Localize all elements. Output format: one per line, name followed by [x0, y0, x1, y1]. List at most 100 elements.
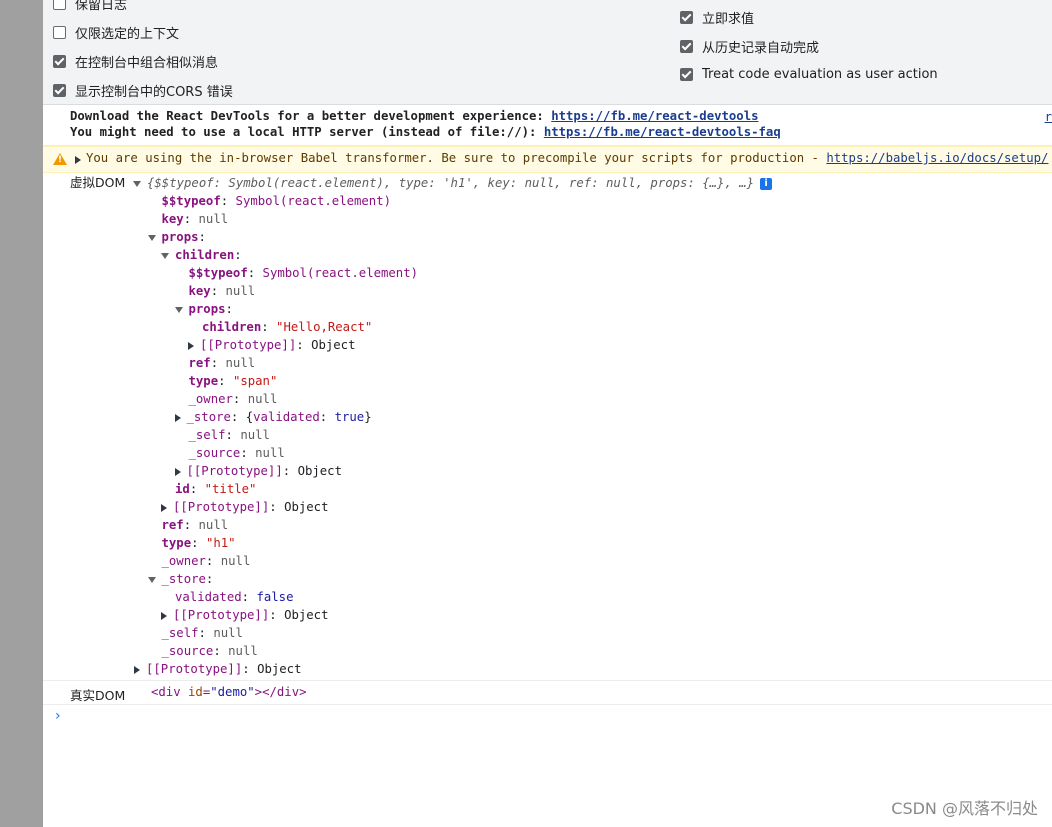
- source-link[interactable]: r: [1045, 110, 1052, 124]
- property-separator: :: [191, 536, 206, 550]
- tree-row[interactable]: [[Prototype]]: Object: [134, 660, 301, 678]
- property-separator: :: [183, 212, 199, 226]
- tag-open: <div: [151, 685, 181, 699]
- property-separator: :: [220, 194, 236, 208]
- setting-label: 仅限选定的上下文: [75, 27, 180, 42]
- property-value: null: [225, 356, 256, 370]
- collapse-triangle-icon[interactable]: [147, 234, 156, 241]
- property-value: null: [228, 644, 258, 658]
- expand-triangle-icon[interactable]: [174, 467, 181, 476]
- property-value: "span": [232, 374, 278, 388]
- tree-row[interactable]: props:: [174, 300, 233, 318]
- property-key: _store: [186, 410, 231, 424]
- tag-close: ></div>: [254, 685, 307, 699]
- expand-triangle-icon[interactable]: [188, 341, 194, 350]
- tree-row: _owner: null: [162, 552, 251, 570]
- property-separator: :: [247, 266, 263, 280]
- property-value: null: [247, 392, 278, 406]
- setting-label: Treat code evaluation as user action: [702, 67, 938, 82]
- property-key: $$typeof: [188, 266, 248, 280]
- property-key: _source: [161, 644, 214, 658]
- setting-label: 从历史记录自动完成: [702, 41, 820, 56]
- property-value: Object: [284, 608, 329, 622]
- checkbox[interactable]: [680, 40, 693, 53]
- tree-row[interactable]: [[Prototype]]: Object: [161, 498, 328, 516]
- property-value: Object: [284, 500, 329, 514]
- tree-row[interactable]: _store: {validated: true}: [174, 408, 372, 426]
- react-devtools-faq-link[interactable]: https://fb.me/react-devtools-faq: [544, 125, 781, 139]
- property-separator: :: [269, 608, 285, 622]
- expand-triangle-icon[interactable]: [161, 503, 167, 512]
- property-separator: :: [205, 572, 214, 586]
- collapse-triangle-icon[interactable]: [147, 576, 156, 583]
- tree-row[interactable]: _store:: [147, 570, 214, 588]
- property-key: type: [161, 536, 192, 550]
- tree-row[interactable]: [[Prototype]]: Object: [161, 606, 328, 624]
- collapse-triangle-icon[interactable]: [133, 180, 141, 187]
- checkbox[interactable]: [53, 84, 66, 97]
- property-value: Object: [257, 662, 302, 676]
- setting-selected-context-only[interactable]: 仅限选定的上下文: [53, 23, 179, 42]
- property-separator: :: [210, 356, 226, 370]
- property-separator: :: [225, 428, 241, 442]
- info-line-1: Download the React DevTools for a better…: [70, 109, 759, 123]
- virtual-dom-summary[interactable]: {$$typeof: Symbol(react.element), type: …: [133, 174, 773, 192]
- tree-row[interactable]: children:: [161, 246, 242, 264]
- setting-group-similar[interactable]: 在控制台中组合相似消息: [53, 52, 218, 71]
- property-separator: :: [189, 482, 205, 496]
- watermark: CSDN @风落不归处: [891, 799, 1038, 818]
- property-key: children: [175, 248, 235, 262]
- property-key: [[Prototype]]: [186, 464, 283, 478]
- checkbox[interactable]: [53, 55, 66, 68]
- setting-treat-eval-user-action[interactable]: Treat code evaluation as user action: [680, 67, 938, 82]
- left-gutter: [0, 0, 43, 827]
- tree-row[interactable]: [[Prototype]]: Object: [174, 462, 342, 480]
- expand-triangle-icon[interactable]: [75, 156, 81, 164]
- setting-label: 立即求值: [702, 12, 755, 27]
- real-dom-element[interactable]: <div id="demo"></div>: [151, 685, 307, 699]
- react-devtools-link[interactable]: https://fb.me/react-devtools: [551, 109, 758, 123]
- property-key: key: [161, 212, 184, 226]
- property-value: null: [198, 212, 229, 226]
- collapse-triangle-icon[interactable]: [161, 252, 169, 259]
- property-separator: :: [232, 392, 248, 406]
- babel-setup-link[interactable]: https://babeljs.io/docs/setup/: [826, 151, 1048, 165]
- tree-row: _self: null: [162, 624, 243, 642]
- tree-row: ref: null: [162, 516, 229, 534]
- property-key: $$typeof: [161, 194, 221, 208]
- property-key: props: [161, 230, 199, 244]
- setting-eager-evaluation[interactable]: 立即求值: [680, 8, 754, 27]
- setting-show-cors-errors[interactable]: 显示控制台中的CORS 错误: [53, 81, 233, 100]
- property-key: ref: [188, 356, 211, 370]
- expand-triangle-icon[interactable]: [174, 413, 181, 422]
- virtual-dom-summary-row[interactable]: 虚拟DOM: [70, 174, 125, 192]
- property-separator: :: [282, 464, 298, 478]
- real-dom-label: 真实DOM: [70, 688, 126, 703]
- expand-triangle-icon[interactable]: [134, 665, 140, 674]
- property-key: _owner: [188, 392, 233, 406]
- checkbox[interactable]: [53, 0, 66, 10]
- info-icon[interactable]: i: [760, 177, 773, 190]
- checkbox[interactable]: [680, 11, 693, 24]
- warning-body: You are using the in-browser Babel trans…: [86, 151, 827, 165]
- property-key: _self: [188, 428, 226, 442]
- checkbox[interactable]: [53, 26, 66, 39]
- setting-label: 显示控制台中的CORS 错误: [75, 85, 233, 100]
- tree-row: children: "Hello,React": [202, 318, 372, 336]
- expand-triangle-icon[interactable]: [161, 611, 167, 620]
- setting-autocomplete-history[interactable]: 从历史记录自动完成: [680, 37, 819, 56]
- checkbox[interactable]: [680, 68, 693, 81]
- setting-preserve-log[interactable]: 保留日志: [53, 0, 127, 13]
- tree-row[interactable]: [[Prototype]]: Object: [188, 336, 355, 354]
- property-key: ref: [161, 518, 184, 532]
- tree-row: $$typeof: Symbol(react.element): [162, 192, 392, 210]
- property-key: _source: [188, 446, 241, 460]
- collapse-triangle-icon[interactable]: [174, 306, 183, 313]
- property-key: [[Prototype]]: [173, 500, 270, 514]
- property-value: "Hello,React": [276, 320, 373, 334]
- tree-row: ref: null: [189, 354, 256, 372]
- tree-row[interactable]: props:: [147, 228, 206, 246]
- info-message: Download the React DevTools for a better…: [43, 105, 1052, 146]
- real-dom-log: 真实DOM <div id="demo"></div>: [43, 682, 1052, 705]
- console-prompt-icon[interactable]: ›: [55, 708, 61, 724]
